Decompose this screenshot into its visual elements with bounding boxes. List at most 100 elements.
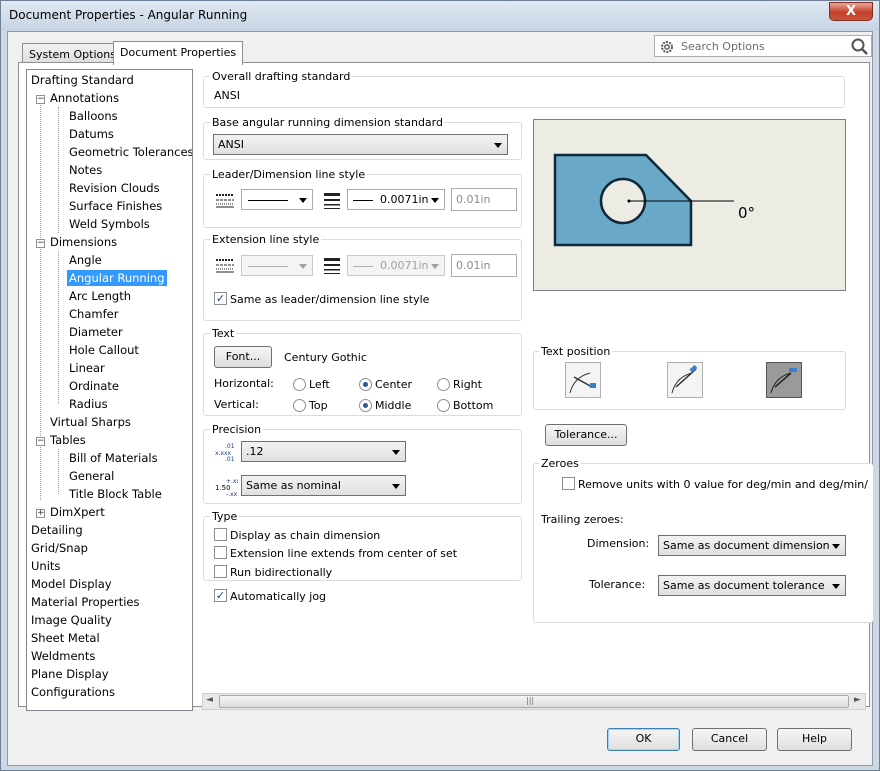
extension-line-thickness-select[interactable]: 0.0071in <box>347 255 445 276</box>
tree-item-angular-running[interactable]: Angular Running <box>67 270 167 286</box>
extension-line-style-icon <box>216 259 234 273</box>
vertical-middle-radio[interactable] <box>359 399 372 412</box>
tree-item-general[interactable]: General <box>69 468 114 484</box>
tree-item-tables[interactable]: Tables <box>50 432 86 448</box>
trailing-dimension-select[interactable]: Same as document dimension <box>658 535 846 556</box>
scroll-left-icon[interactable]: ◄ <box>206 695 213 705</box>
leader-line-thickness-select[interactable]: 0.0071in <box>347 189 445 210</box>
tree-item-sheet-metal[interactable]: Sheet Metal <box>31 630 100 646</box>
text-position-outside-icon <box>569 372 596 394</box>
text-position-horizontal-button[interactable] <box>766 362 802 398</box>
part-preview-graphic <box>553 153 734 247</box>
leader-custom-thickness-input[interactable]: 0.01in <box>451 188 517 211</box>
tolerance-precision-select[interactable]: Same as nominal <box>241 475 406 496</box>
tree-item-annotations[interactable]: Annotations <box>50 90 119 106</box>
tree-item-weldments[interactable]: Weldments <box>31 648 95 664</box>
horizontal-left-label: Left <box>309 378 330 391</box>
extension-center-checkbox[interactable] <box>214 546 227 559</box>
search-placeholder: Search Options <box>681 40 765 53</box>
tolerance-precision-icon: +.xx 1.50 -.xx <box>215 478 238 497</box>
scroll-thumb[interactable]: ||| <box>219 695 849 708</box>
auto-jog-checkbox[interactable]: ✓ <box>214 589 227 602</box>
close-button[interactable]: X <box>829 2 873 21</box>
tree-item-revision-clouds[interactable]: Revision Clouds <box>69 180 160 196</box>
leader-line-thickness-value: 0.0071in <box>380 193 429 206</box>
horizontal-scrollbar[interactable]: ◄ ||| ► <box>202 693 866 710</box>
tree-item-hole-callout[interactable]: Hole Callout <box>69 342 139 358</box>
vertical-top-radio[interactable] <box>293 399 306 412</box>
horizontal-left-radio[interactable] <box>293 378 306 391</box>
annotations-collapse-icon[interactable]: − <box>36 95 45 104</box>
trailing-dimension-value: Same as document dimension <box>663 539 830 552</box>
extension-line-style-select[interactable] <box>241 255 313 276</box>
scroll-grip: ||| <box>526 696 535 705</box>
bidirectional-checkbox[interactable] <box>214 565 227 578</box>
trailing-tolerance-value: Same as document tolerance <box>663 579 825 592</box>
tree-item-radius[interactable]: Radius <box>69 396 108 412</box>
remove-units-checkbox[interactable] <box>562 477 575 490</box>
tables-collapse-icon[interactable]: − <box>36 437 45 446</box>
tree-item-angle[interactable]: Angle <box>69 252 102 268</box>
tree-item-bill-of-materials[interactable]: Bill of Materials <box>69 450 158 466</box>
same-as-leader-checkbox[interactable]: ✓ <box>214 292 227 305</box>
text-position-outside-button[interactable] <box>565 362 601 398</box>
tree-item-dimxpert[interactable]: DimXpert <box>50 504 105 520</box>
tree-item-surface-finishes[interactable]: Surface Finishes <box>69 198 162 214</box>
tolerance-button[interactable]: Tolerance... <box>545 424 627 446</box>
base-standard-label: Base angular running dimension standard <box>210 116 445 129</box>
tree-item-image-quality[interactable]: Image Quality <box>31 612 112 628</box>
primary-precision-value: .12 <box>246 445 264 458</box>
tree-item-grid-snap[interactable]: Grid/Snap <box>31 540 88 556</box>
extension-center-label: Extension line extends from center of se… <box>230 547 458 560</box>
trailing-tolerance-select[interactable]: Same as document tolerance <box>658 575 846 596</box>
vertical-top-label: Top <box>309 399 328 412</box>
tree-item-detailing[interactable]: Detailing <box>31 522 83 538</box>
tree-item-virtual-sharps[interactable]: Virtual Sharps <box>50 414 131 430</box>
scroll-right-icon[interactable]: ► <box>854 695 861 705</box>
tree-item-title-block-table[interactable]: Title Block Table <box>69 486 162 502</box>
tree-item-material-properties[interactable]: Material Properties <box>31 594 140 610</box>
tree-item-dimensions[interactable]: Dimensions <box>50 234 117 250</box>
extension-custom-thickness-input[interactable]: 0.01in <box>451 254 517 277</box>
cancel-button[interactable]: Cancel <box>692 728 767 751</box>
options-tree[interactable]: − − − + Drafting Standard Annotations Ba… <box>26 69 193 711</box>
leader-line-style-label: Leader/Dimension line style <box>210 168 368 181</box>
text-position-horizontal-icon <box>770 368 797 394</box>
tree-item-chamfer[interactable]: Chamfer <box>69 306 118 322</box>
text-position-aligned-button[interactable] <box>667 362 703 398</box>
line-style-icon <box>216 194 234 208</box>
ok-button[interactable]: OK <box>607 728 680 751</box>
horizontal-center-radio[interactable] <box>359 378 372 391</box>
tree-item-ordinate[interactable]: Ordinate <box>69 378 119 394</box>
tree-item-model-display[interactable]: Model Display <box>31 576 112 592</box>
title-bar[interactable]: Document Properties - Angular Running X <box>1 1 879 31</box>
dimxpert-expand-icon[interactable]: + <box>36 509 45 518</box>
tree-item-linear[interactable]: Linear <box>69 360 105 376</box>
dimensions-collapse-icon[interactable]: − <box>36 239 45 248</box>
chain-dimension-checkbox[interactable] <box>214 528 227 541</box>
svg-text:-.xx: -.xx <box>226 491 238 497</box>
base-standard-value: ANSI <box>218 138 244 151</box>
font-button[interactable]: Font... <box>214 346 272 368</box>
vertical-bottom-radio[interactable] <box>437 399 450 412</box>
tree-item-drafting-standard[interactable]: Drafting Standard <box>31 72 134 88</box>
tree-item-datums[interactable]: Datums <box>69 126 114 142</box>
search-box[interactable]: Search Options <box>654 35 872 57</box>
tree-item-notes[interactable]: Notes <box>69 162 102 178</box>
tree-item-diameter[interactable]: Diameter <box>69 324 123 340</box>
horizontal-right-label: Right <box>453 378 482 391</box>
leader-line-style-select[interactable] <box>241 189 313 210</box>
tree-item-units[interactable]: Units <box>31 558 60 574</box>
tree-item-weld-symbols[interactable]: Weld Symbols <box>69 216 150 232</box>
tree-item-arc-length[interactable]: Arc Length <box>69 288 131 304</box>
tree-item-balloons[interactable]: Balloons <box>69 108 118 124</box>
tree-item-geometric-tolerances[interactable]: Geometric Tolerances <box>69 144 192 160</box>
tree-item-configurations[interactable]: Configurations <box>31 684 115 700</box>
base-standard-select[interactable]: ANSI <box>213 134 508 155</box>
tab-document-properties[interactable]: Document Properties <box>113 41 244 65</box>
horizontal-right-radio[interactable] <box>437 378 450 391</box>
help-button[interactable]: Help <box>777 728 852 751</box>
search-icon[interactable] <box>850 37 869 56</box>
tree-item-plane-display[interactable]: Plane Display <box>31 666 109 682</box>
primary-precision-select[interactable]: .12 <box>241 441 406 462</box>
